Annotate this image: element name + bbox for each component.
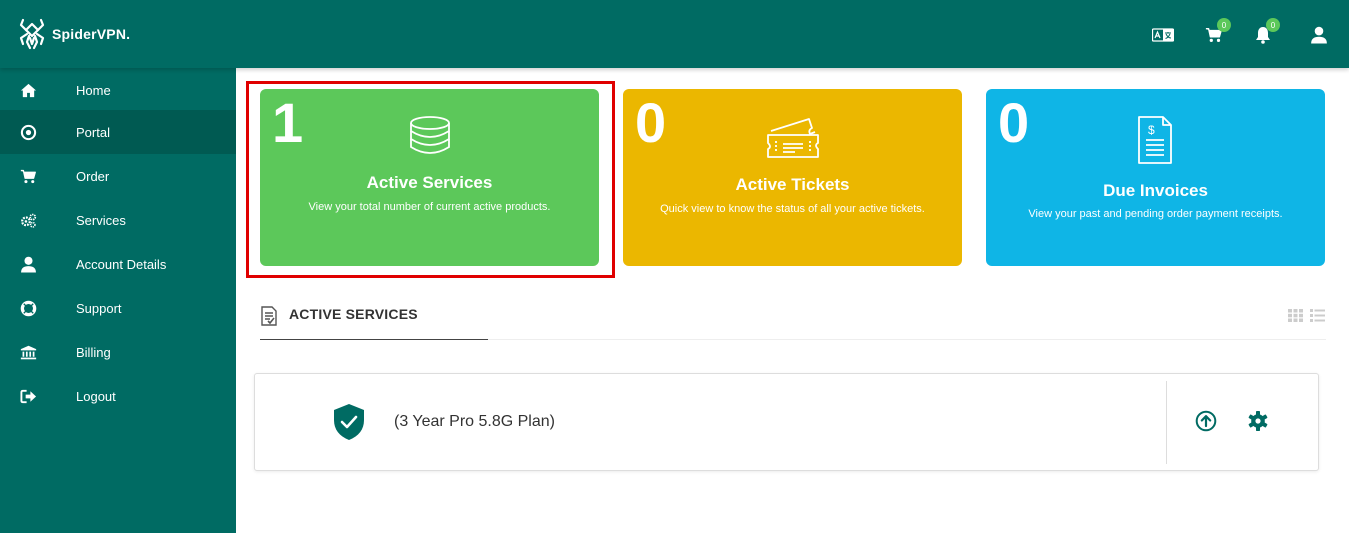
cart-button[interactable]: 0 xyxy=(1203,18,1231,46)
spider-logo-icon xyxy=(19,18,45,50)
settings-gear-icon[interactable] xyxy=(1247,410,1269,432)
sidebar-item-label: Order xyxy=(76,168,110,184)
due-invoices-count: 0 xyxy=(998,91,1030,154)
shield-check-icon xyxy=(334,404,364,440)
due-invoices-title: Due Invoices xyxy=(1103,181,1208,200)
service-name: (3 Year Pro 5.8G Plan) xyxy=(394,413,555,430)
document-list-icon xyxy=(261,306,277,326)
cart-count-badge: 0 xyxy=(1217,18,1231,32)
target-icon xyxy=(19,123,37,141)
home-icon xyxy=(19,81,37,99)
brand-logo[interactable]: SpiderVPN. xyxy=(18,16,130,52)
cart-icon xyxy=(19,167,37,185)
bank-icon xyxy=(19,343,37,361)
notifications-button[interactable]: 0 xyxy=(1252,18,1280,46)
section-divider xyxy=(488,339,1326,340)
grid-view-icon[interactable] xyxy=(1288,309,1303,322)
highlight-box xyxy=(246,81,615,278)
gears-icon xyxy=(19,211,37,229)
active-tickets-title: Active Tickets xyxy=(735,175,850,194)
svg-text:$: $ xyxy=(1148,123,1155,137)
active-tickets-subtitle: Quick view to know the status of all you… xyxy=(660,203,925,215)
service-divider xyxy=(1166,381,1167,464)
sidebar-item-label: Services xyxy=(76,212,126,228)
sidebar-item-label: Billing xyxy=(76,344,111,360)
invoice-icon: $ xyxy=(1138,116,1172,164)
sidebar: Home Portal Order Services Account Detai… xyxy=(0,68,236,533)
ticket-icon xyxy=(767,118,819,158)
sign-out-icon xyxy=(19,387,37,405)
top-bar: SpiderVPN. 0 0 xyxy=(0,0,1349,68)
upgrade-icon[interactable] xyxy=(1195,410,1217,432)
translate-icon xyxy=(1152,28,1174,42)
active-tickets-count: 0 xyxy=(635,91,667,154)
section-tab-underline xyxy=(260,339,488,340)
notification-count-badge: 0 xyxy=(1266,18,1280,32)
sidebar-item-label: Logout xyxy=(76,388,116,404)
language-button[interactable] xyxy=(1152,24,1174,46)
sidebar-item-label: Support xyxy=(76,300,122,316)
sidebar-item-services[interactable]: Services xyxy=(0,198,236,242)
list-view-icon[interactable] xyxy=(1310,309,1325,322)
user-icon xyxy=(19,255,37,273)
sidebar-item-label: Home xyxy=(76,82,111,98)
section-title: ACTIVE SERVICES xyxy=(289,306,418,322)
sidebar-item-support[interactable]: Support xyxy=(0,286,236,330)
due-invoices-card[interactable]: 0 $ Due Invoices View your past and pend… xyxy=(986,89,1325,266)
sidebar-item-label: Account Details xyxy=(76,256,167,272)
due-invoices-subtitle: View your past and pending order payment… xyxy=(1028,208,1283,220)
user-icon xyxy=(1311,26,1327,44)
user-menu-button[interactable] xyxy=(1308,24,1330,46)
sidebar-item-account-details[interactable]: Account Details xyxy=(0,242,236,286)
service-row[interactable]: (3 Year Pro 5.8G Plan) xyxy=(254,373,1319,471)
active-tickets-card[interactable]: 0 Active Tickets Quick view to know the … xyxy=(623,89,962,266)
sidebar-item-order[interactable]: Order xyxy=(0,154,236,198)
sidebar-item-label: Portal xyxy=(76,124,110,140)
sidebar-item-billing[interactable]: Billing xyxy=(0,330,236,374)
sidebar-item-home[interactable]: Home xyxy=(0,68,236,112)
brand-name: SpiderVPN. xyxy=(52,26,131,42)
sidebar-item-logout[interactable]: Logout xyxy=(0,374,236,418)
sidebar-item-portal[interactable]: Portal xyxy=(0,110,236,154)
lifebuoy-icon xyxy=(19,299,37,317)
